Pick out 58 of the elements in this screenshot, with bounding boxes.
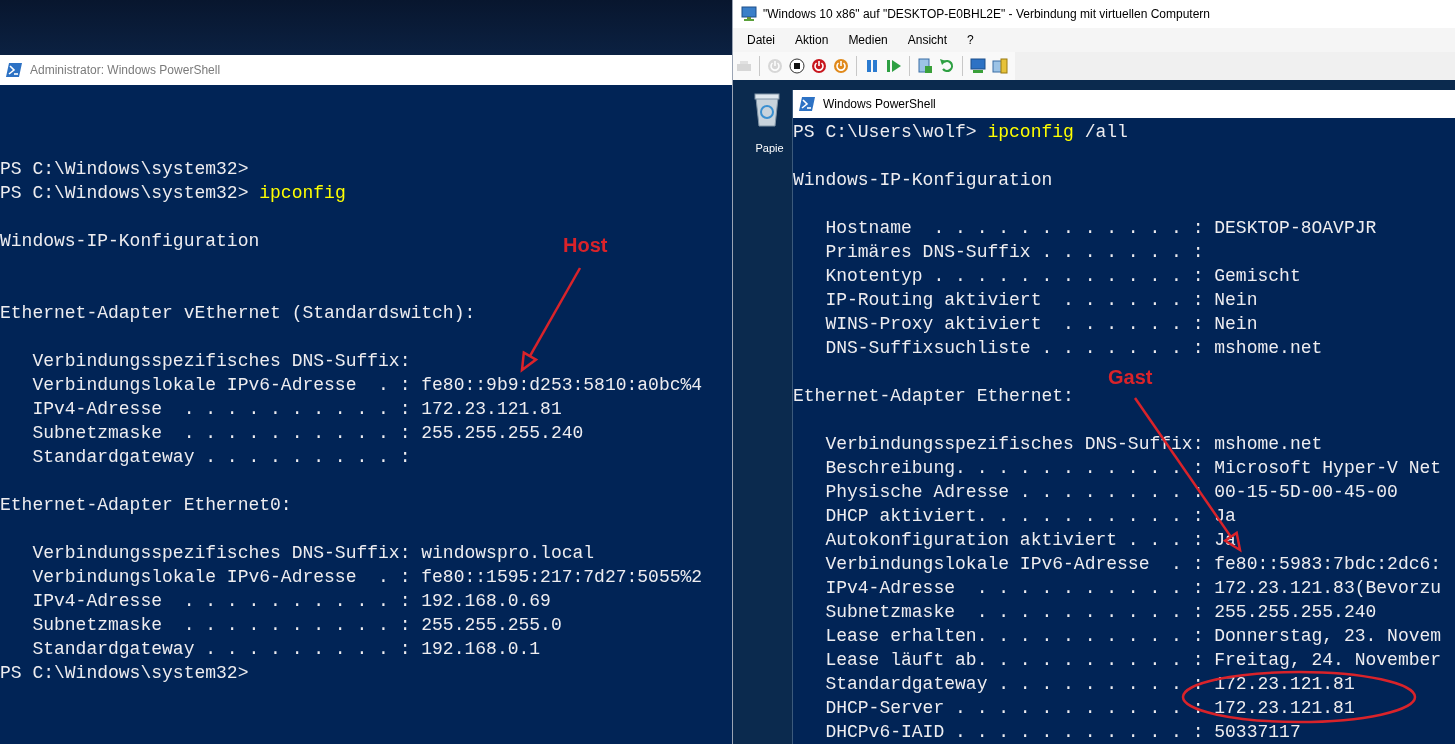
console-line: IPv4-Adresse . . . . . . . . . . : 192.168.0.69 — [31, 590, 551, 613]
powershell-icon — [799, 97, 815, 111]
console-line: Verbindungslokale IPv6-Adresse . : fe80::5983:7bdc:2dc6: — [824, 553, 1442, 576]
console-line: Ethernet-Adapter vEthernet (Standardswitch): — [0, 302, 476, 325]
console-line: Standardgateway . . . . . . . . . : — [31, 446, 411, 469]
console-line: Verbindungsspezifisches DNS-Suffix: — [31, 350, 411, 373]
document-icon[interactable] — [917, 58, 933, 74]
console-line: Subnetzmaske . . . . . . . . . . : 255.255.255.240 — [31, 422, 584, 445]
menu-item[interactable]: Medien — [848, 31, 888, 49]
powershell-icon — [6, 63, 22, 77]
undo-arrow-icon[interactable] — [939, 58, 955, 74]
console-line: PS C:\Windows\system32> — [0, 158, 249, 181]
console-line: PS C:\Windows\system32> ipconfig — [0, 182, 346, 205]
console-line: Standardgateway . . . . . . . . . : 192.168.0.1 — [31, 638, 541, 661]
console-line: IPv4-Adresse . . . . . . . . . . : 172.23.121.81 — [31, 398, 562, 421]
console-line: Standardgateway . . . . . . . . . : 172.23.121.81 — [824, 673, 1355, 696]
screen-icon[interactable] — [992, 58, 1008, 74]
console-line: Ethernet-Adapter Ethernet0: — [0, 494, 292, 517]
recycle-bin-icon[interactable] — [751, 90, 782, 128]
console-line: PS C:\Users\wolf> ipconfig /all — [793, 121, 1128, 144]
console-line: IP-Routing aktiviert . . . . . . : Nein — [824, 289, 1258, 312]
menu-item[interactable]: ? — [967, 31, 974, 49]
stop-icon[interactable] — [789, 58, 805, 74]
console-line: DHCP-Server . . . . . . . . . . . : 172.23.121.81 — [824, 697, 1355, 720]
desktop-icon-label: Papie — [755, 141, 784, 156]
console-line: Subnetzmaske . . . . . . . . . . : 255.255.255.0 — [31, 614, 562, 637]
console-line: Lease läuft ab. . . . . . . . . . : Freitag, 24. November — [824, 649, 1442, 672]
menu-item[interactable]: Aktion — [795, 31, 829, 49]
console-line: DHCPv6-IAID . . . . . . . . . . . : 50337117 — [824, 721, 1301, 744]
console-line: Lease erhalten. . . . . . . . . . : Donnerstag, 23. Novem — [824, 625, 1442, 648]
console-line: Verbindungslokale IPv6-Adresse . : fe80::9b9:d253:5810:a0bc%4 — [31, 374, 703, 397]
window-title: Windows PowerShell — [823, 96, 936, 113]
console-line: Verbindungslokale IPv6-Adresse . : fe80::1595:217:7d27:5055%2 — [31, 566, 703, 589]
monitor-icon — [741, 6, 757, 22]
console-line: Knotentyp . . . . . . . . . . . . : Gemischt — [824, 265, 1301, 288]
annotation-label: Gast — [1108, 367, 1153, 387]
menu-item[interactable]: Ansicht — [907, 31, 948, 49]
console-line: WINS-Proxy aktiviert . . . . . . : Nein — [824, 313, 1258, 336]
monitor-icon[interactable] — [970, 58, 986, 74]
pause-icon[interactable] — [864, 58, 880, 74]
console-line: Ethernet-Adapter Ethernet: — [793, 385, 1074, 408]
console-line: Windows-IP-Konfiguration — [793, 169, 1053, 192]
console-line: Hostname . . . . . . . . . . . . : DESKTOP-8OAVPJR — [824, 217, 1377, 240]
play-icon[interactable] — [886, 58, 902, 74]
console-line: DNS-Suffixsuchliste . . . . . . . : mshome.net — [824, 337, 1323, 360]
console-line: PS C:\Windows\system32> — [0, 662, 249, 685]
console-line: Windows-IP-Konfiguration — [0, 230, 260, 253]
power-icon[interactable] — [833, 58, 849, 74]
window-title: Administrator: Windows PowerShell — [30, 62, 221, 79]
power-icon[interactable] — [811, 58, 827, 74]
console-line: Beschreibung. . . . . . . . . . . : Microsoft Hyper-V Net — [824, 457, 1442, 480]
window-title: "Windows 10 x86" auf "DESKTOP-E0BHL2E" - Verbindung mit virtuellen Computern — [763, 6, 1211, 23]
annotation-label: Host — [563, 235, 608, 255]
console-line: Primäres DNS-Suffix . . . . . . . : — [824, 241, 1204, 264]
console-line: Subnetzmaske . . . . . . . . . . : 255.255.255.240 — [824, 601, 1377, 624]
menu-item[interactable]: Datei — [747, 31, 775, 49]
console-line: Verbindungsspezifisches DNS-Suffix: windowspro.local — [31, 542, 595, 565]
console-line: IPv4-Adresse . . . . . . . . . . : 172.23.121.83(Bevorzu — [824, 577, 1442, 600]
